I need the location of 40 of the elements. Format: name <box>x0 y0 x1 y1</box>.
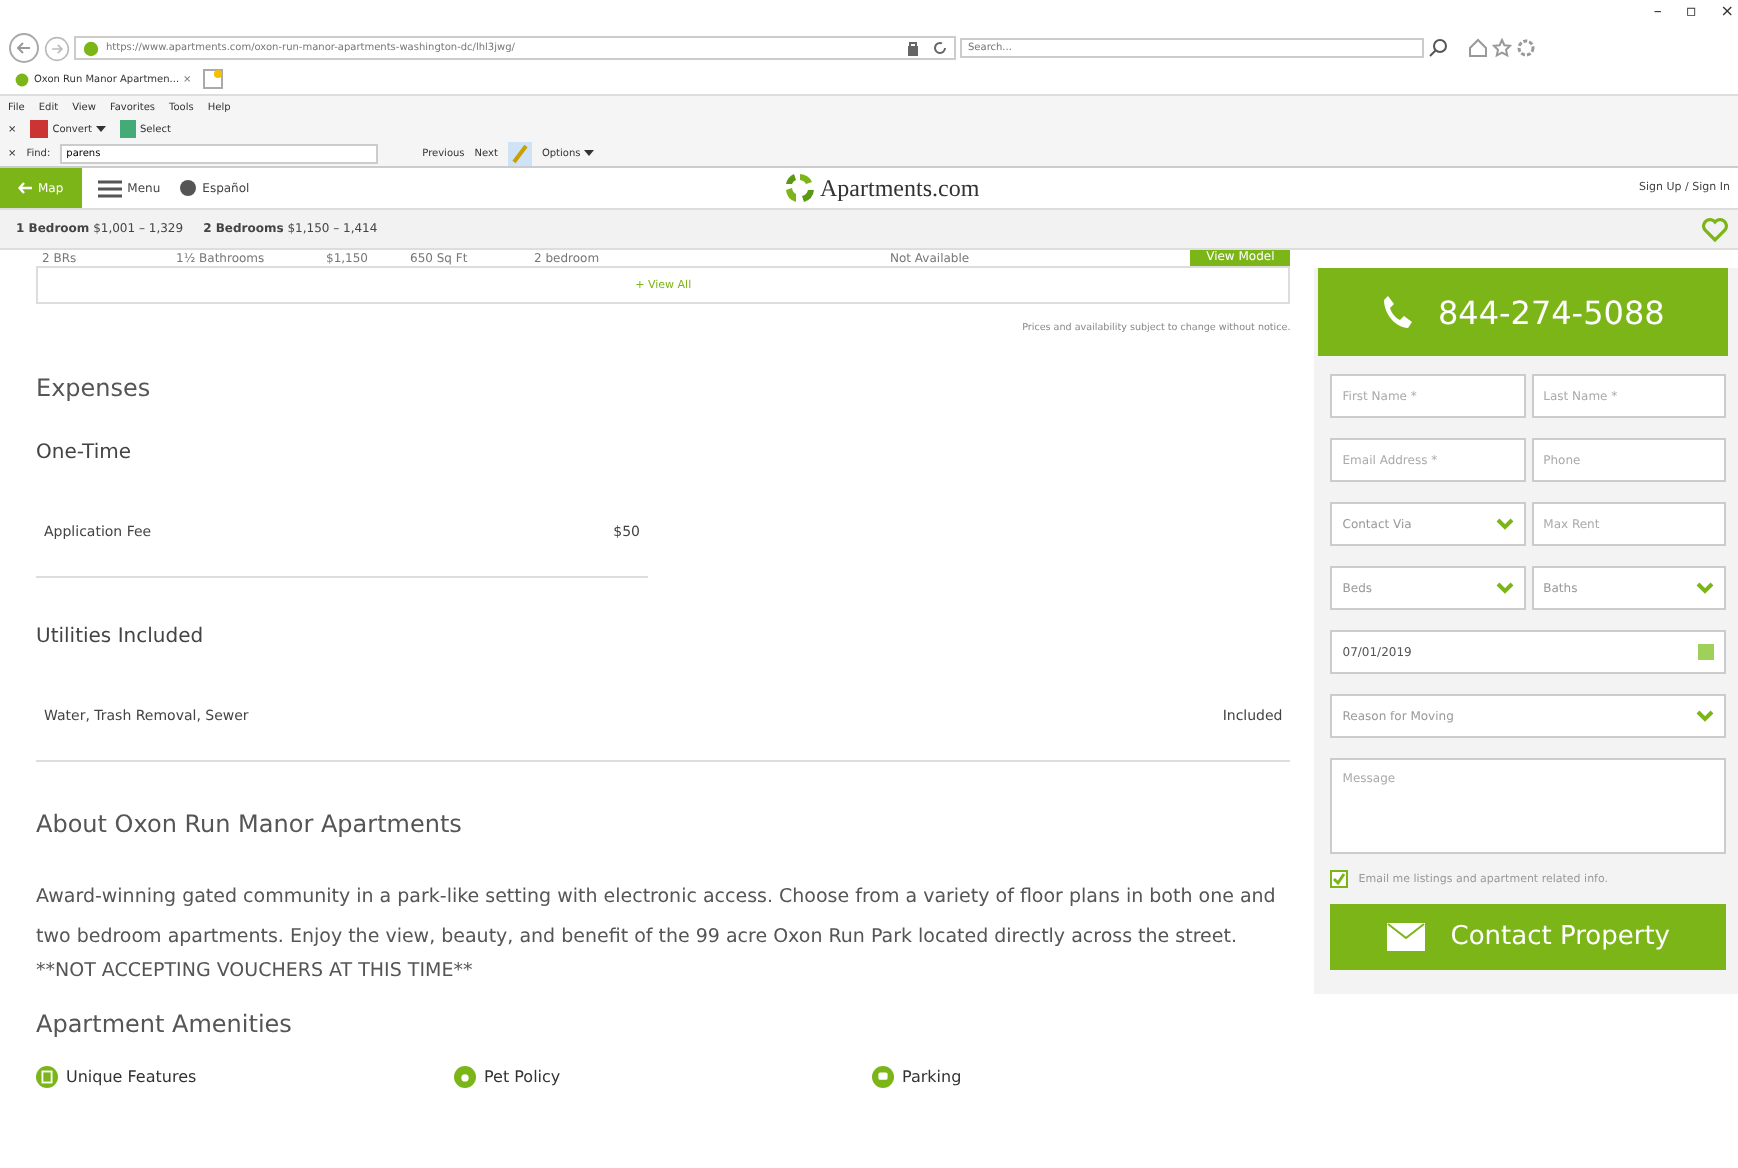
window-control-button[interactable]: – <box>1653 2 1662 20</box>
window-control-button[interactable]: ▫ <box>1685 2 1697 20</box>
section-title: Apartment Amenities <box>36 1010 294 1038</box>
subsection-title: One-Time <box>36 442 134 464</box>
site-icon <box>82 39 100 57</box>
phone-icon <box>1381 294 1414 330</box>
envelope-icon <box>1386 922 1427 952</box>
menu-icon <box>97 179 122 197</box>
caret-icon <box>584 150 595 156</box>
highlighter-icon[interactable] <box>507 141 532 165</box>
amenity-link[interactable]: Parking <box>872 1066 1290 1088</box>
forward-icon[interactable] <box>44 35 70 61</box>
search-icon[interactable] <box>1428 38 1448 58</box>
back-icon[interactable] <box>8 32 40 64</box>
logo-icon <box>784 172 816 204</box>
site-logo[interactable]: Apartments.com <box>820 173 980 203</box>
chevron-icon <box>1696 582 1715 594</box>
calendar-icon <box>1698 644 1714 660</box>
subsection-title: Utilities Included <box>36 626 206 648</box>
description-text: Award-winning gated community in a park-like setting with electronic access. Choose from a variety of floor plans in both one and two bedroom apartments. Enjoy the view, beauty, and benefit of the 99 acre Oxon Run Park located directly across the street. <box>36 884 1278 952</box>
heart-icon[interactable] <box>1702 217 1728 241</box>
section-title: About Oxon Run Manor Apartments <box>36 810 464 838</box>
refresh-icon[interactable] <box>932 40 948 56</box>
back-arrow-icon <box>18 182 32 194</box>
settings-icon[interactable] <box>1516 38 1536 58</box>
chevron-icon <box>1495 582 1514 594</box>
caret-icon <box>95 126 106 132</box>
notice-text: **NOT ACCEPTING VOUCHERS AT THIS TIME** <box>36 958 475 986</box>
clipboard-icon <box>36 1066 58 1088</box>
star-icon[interactable] <box>1492 38 1512 58</box>
amenity-link[interactable]: Pet Policy <box>454 1066 872 1088</box>
home-icon[interactable] <box>1468 38 1488 58</box>
window-control-button[interactable]: × <box>1720 2 1734 20</box>
new-tab-icon[interactable] <box>201 68 224 90</box>
section-title: Expenses <box>36 374 153 402</box>
site-icon <box>14 71 30 87</box>
chevron-icon <box>1696 710 1714 722</box>
checkbox[interactable] <box>1330 870 1349 888</box>
amenity-link[interactable]: Unique Features <box>36 1066 454 1088</box>
chevron-icon <box>1495 518 1514 530</box>
